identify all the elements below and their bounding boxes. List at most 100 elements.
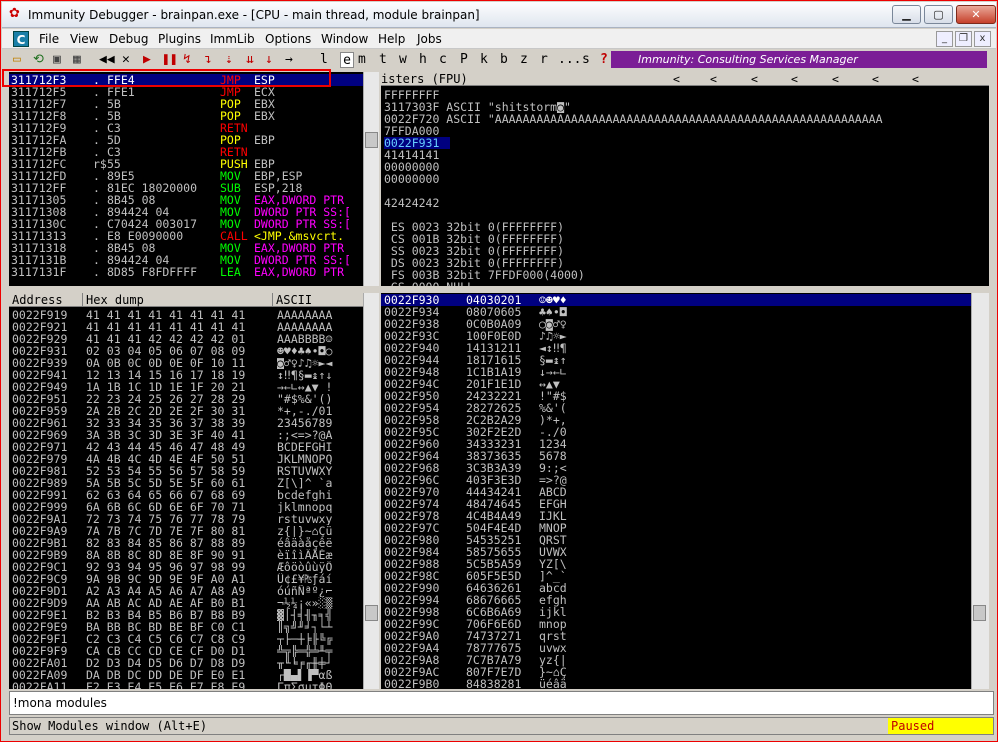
title-bar[interactable]: ✿ Immunity Debugger - brainpan.exe - [CP…: [2, 2, 996, 28]
register-line[interactable]: ES 0023 32bit 0(FFFFFFFF): [384, 221, 988, 233]
menu-view[interactable]: View: [70, 32, 98, 46]
mdi-close-icon[interactable]: x: [974, 31, 991, 47]
register-nav-arrow[interactable]: <: [832, 72, 839, 86]
toolbar-letter-10[interactable]: z: [520, 52, 528, 68]
dump-ascii: "#$%&'(): [277, 393, 333, 405]
toolbar-letter-1[interactable]: e: [340, 52, 354, 68]
register-line[interactable]: 00000000: [384, 161, 988, 173]
dump-ascii: rstuvwxy: [277, 513, 333, 525]
stack-pane[interactable]: 0022F930 04030201 ☺☻♥♦ 0022F934 08070605 ♣♠•◘…: [381, 293, 971, 689]
trace-into-icon[interactable]: ⇣: [225, 52, 233, 68]
step-into-icon[interactable]: ↯: [183, 52, 191, 68]
rewind-icon[interactable]: ◀◀: [99, 52, 115, 68]
goto-icon[interactable]: →: [285, 52, 293, 68]
dump-ascii: AAAAAAAA: [277, 309, 333, 321]
disassembly-scrollbar[interactable]: [363, 72, 379, 286]
dump-ascii-header[interactable]: ASCII: [273, 293, 363, 307]
menu-bar: C File View Debug Plugins ImmLib Options Windo…: [2, 29, 996, 49]
disassembly-pane[interactable]: 311712F3. FFE4 JMP ESP 311712F5. FFE1 JMP ECX 31…: [9, 72, 363, 286]
menu-help[interactable]: Help: [378, 32, 405, 46]
toolbar-letter-12[interactable]: ...: [558, 52, 581, 68]
dump-ascii: jklmnopq: [277, 501, 333, 513]
register-line[interactable]: 0022F720 ASCII "AAAAAAAAAAAAAAAAAAAAAAAA…: [384, 113, 988, 125]
toolbar-letter-0[interactable]: l: [320, 52, 328, 68]
register-line[interactable]: 42424242: [384, 197, 988, 209]
menu-file[interactable]: File: [39, 32, 59, 46]
close-program-icon[interactable]: ▣: [53, 52, 61, 68]
window-title: Immunity Debugger - brainpan.exe - [CPU …: [28, 8, 480, 22]
menu-debug[interactable]: Debug: [109, 32, 148, 46]
register-nav-arrow[interactable]: <: [751, 72, 758, 86]
dump-address-header[interactable]: Address: [9, 293, 83, 307]
toolbar-letter-3[interactable]: t: [379, 52, 387, 68]
register-line[interactable]: SS 0023 32bit 0(FFFFFFFF): [384, 245, 988, 257]
maximize-button[interactable]: ▢: [924, 5, 953, 24]
register-line[interactable]: 7FFDA000: [384, 125, 988, 137]
stack-scrollbar[interactable]: [971, 293, 989, 689]
toolbar-letter-14[interactable]: ?: [600, 52, 608, 68]
toolbar-letter-7[interactable]: P: [460, 52, 468, 68]
toolbar-letter-6[interactable]: c: [439, 52, 447, 68]
register-line[interactable]: GS 0000 NULL: [384, 281, 988, 286]
trace-over-icon[interactable]: ⇊: [246, 52, 254, 68]
mdi-minimize-icon[interactable]: _: [936, 31, 953, 47]
toolbar-letter-8[interactable]: k: [480, 52, 488, 68]
dump-ascii: óúñÑªº¿⌐: [277, 585, 333, 597]
register-nav-arrow[interactable]: <: [791, 72, 798, 86]
menu-window[interactable]: Window: [321, 32, 368, 46]
register-nav-arrow[interactable]: <: [912, 72, 919, 86]
dump-ascii: ║╗╝╜╛┐└┴: [277, 621, 333, 633]
menu-immlib[interactable]: ImmLib: [210, 32, 255, 46]
stop-x-icon[interactable]: ✕: [122, 52, 130, 68]
close-button[interactable]: ✕: [956, 5, 996, 24]
attach-icon[interactable]: ▦: [73, 52, 81, 68]
open-folder-icon[interactable]: ▭: [13, 52, 21, 68]
register-nav-arrow[interactable]: <: [710, 72, 717, 86]
toolbar-letter-13[interactable]: s: [582, 52, 590, 68]
hex-dump-pane[interactable]: Address Hex dump ASCII 0022F919 41 41 41 …: [9, 293, 363, 689]
disasm-row[interactable]: 3117131F. 8D85 F8FDFFFF LEA EAX,DWORD PTR: [9, 266, 363, 278]
register-line[interactable]: [384, 209, 988, 221]
minimize-button[interactable]: ▁: [892, 5, 921, 24]
consulting-banner[interactable]: Immunity: Consulting Services Manager: [611, 51, 987, 68]
stack-row[interactable]: 0022F9B0 84838281 üéâä: [381, 678, 971, 689]
step-over-icon[interactable]: ↴: [204, 52, 212, 68]
register-line[interactable]: FFFFFFFF: [384, 89, 988, 101]
dump-ascii: Z[\]^_`a: [277, 477, 333, 489]
dump-ascii: 23456789: [277, 417, 333, 429]
cpu-window-icon[interactable]: C: [13, 31, 29, 47]
register-line[interactable]: CS 001B 32bit 0(FFFFFFFF): [384, 233, 988, 245]
register-line[interactable]: FS 003B 32bit 7FFDF000(4000): [384, 269, 988, 281]
dump-ascii: AAABBBB☺: [277, 333, 333, 345]
toolbar-letter-5[interactable]: h: [419, 52, 427, 68]
registers-pane[interactable]: isters (FPU) < < < < < < < FFFFFFFF 3117303F AS…: [381, 72, 989, 286]
mdi-restore-icon[interactable]: ❐: [955, 31, 972, 47]
dump-address: 0022FA11: [12, 680, 68, 689]
dump-ascii: ╥╙╘╒╓╫╪┘: [277, 657, 333, 669]
register-nav-arrow[interactable]: <: [673, 72, 680, 86]
toolbar-letter-2[interactable]: m: [358, 52, 366, 68]
menu-options[interactable]: Options: [265, 32, 311, 46]
command-input[interactable]: !mona modules: [9, 691, 994, 715]
dump-row[interactable]: 0022FA11 E2 E3 E4 E5 E6 E7 E8 E9 ΓπΣσµτΦΘ: [9, 681, 363, 689]
toolbar-letter-9[interactable]: b: [500, 52, 508, 68]
dump-ascii: AAAAAAAA: [277, 321, 333, 333]
register-line[interactable]: 0022F931: [384, 137, 450, 149]
register-line[interactable]: DS 0023 32bit 0(FFFFFFFF): [384, 257, 988, 269]
register-line[interactable]: 3117303F ASCII "shitstorm◙": [384, 101, 988, 113]
execute-till-return-icon[interactable]: ↓: [265, 52, 273, 68]
menu-plugins[interactable]: Plugins: [158, 32, 201, 46]
register-line[interactable]: [384, 185, 988, 197]
dump-ascii: JKLMNOPQ: [277, 453, 333, 465]
menu-jobs[interactable]: Jobs: [417, 32, 442, 46]
restart-icon[interactable]: ⟲: [33, 52, 44, 68]
pause-icon[interactable]: ❚❚: [162, 52, 178, 68]
dump-scrollbar[interactable]: [363, 293, 379, 689]
register-line[interactable]: 00000000: [384, 173, 988, 185]
dump-hex-header[interactable]: Hex dump: [83, 293, 273, 307]
toolbar-letter-11[interactable]: r: [540, 52, 548, 68]
toolbar-letter-4[interactable]: w: [399, 52, 407, 68]
register-line[interactable]: 41414141: [384, 149, 988, 161]
run-icon[interactable]: ▶: [143, 52, 151, 68]
register-nav-arrow[interactable]: <: [872, 72, 879, 86]
